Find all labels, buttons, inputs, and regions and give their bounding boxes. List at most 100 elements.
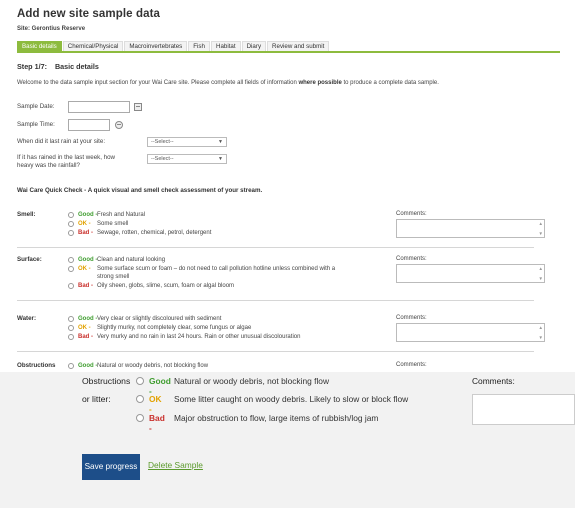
scroll-up-icon[interactable]: ▲: [539, 266, 543, 271]
option-level: Bad -: [149, 413, 165, 433]
last-rain-select-value: --Select--: [151, 139, 174, 145]
option-text: Fresh and Natural: [97, 212, 146, 218]
delete-sample-link[interactable]: Delete Sample: [148, 460, 203, 470]
surface-comments-label: Comments:: [396, 256, 427, 262]
tab-chemical-physical[interactable]: Chemical/Physical: [62, 41, 124, 51]
radio-icon[interactable]: [68, 283, 74, 289]
option-level: Bad -: [78, 283, 93, 289]
option-level: Good -: [78, 363, 98, 369]
heavy-rain-label-line2: heavy was the rainfall?: [17, 162, 80, 169]
radio-icon[interactable]: [68, 363, 74, 369]
radio-icon[interactable]: [68, 325, 74, 331]
chevron-down-icon: ▼: [218, 139, 223, 145]
sample-form-page: Add new site sample data Site: Gerontius…: [0, 0, 575, 372]
clock-icon[interactable]: [115, 121, 123, 129]
option-level: OK -: [78, 221, 91, 227]
last-rain-select[interactable]: --Select-- ▼: [147, 137, 227, 147]
obstructions-label: Obstructions: [17, 362, 56, 369]
option-text: Some smell: [97, 221, 129, 227]
radio-icon[interactable]: [136, 395, 144, 403]
surface-label: Surface:: [17, 256, 42, 263]
option-level: Good -: [78, 212, 98, 218]
radio-icon[interactable]: [68, 230, 74, 236]
option-level: Good -: [78, 257, 98, 263]
option-text: Some litter caught on woody debris. Like…: [174, 394, 409, 404]
smell-comments-input[interactable]: ▲ ▼: [396, 219, 545, 238]
zoomed-obstructions-label-line1: Obstructions: [82, 376, 131, 386]
heavy-rain-label-line1: If it has rained in the last week, how: [17, 154, 116, 161]
scroll-down-icon[interactable]: ▼: [539, 335, 543, 340]
option-text: Slightly murky, not completely clear, so…: [97, 325, 252, 331]
quick-check-heading: Wai Care Quick Check - A quick visual an…: [17, 187, 263, 194]
option-level: Bad -: [78, 230, 93, 236]
radio-icon[interactable]: [68, 316, 74, 322]
radio-icon[interactable]: [68, 257, 74, 263]
radio-icon[interactable]: [136, 377, 144, 385]
page-title: Add new site sample data: [17, 8, 160, 20]
heavy-rain-select[interactable]: --Select-- ▼: [147, 154, 227, 164]
surface-comments-input[interactable]: ▲ ▼: [396, 264, 545, 283]
option-level: Bad -: [78, 334, 93, 340]
option-level: OK -: [149, 394, 162, 414]
step-number: Step 1/7:: [17, 62, 47, 71]
option-text: Oily sheen, globs, slime, scum, foam or …: [97, 283, 235, 289]
obstructions-section-partial: Obstructions Good - Natural or woody deb…: [17, 362, 534, 372]
radio-icon[interactable]: [136, 414, 144, 422]
tab-review-submit[interactable]: Review and submit: [267, 41, 330, 51]
scroll-up-icon[interactable]: ▲: [539, 325, 543, 330]
radio-icon[interactable]: [68, 334, 74, 340]
sample-date-input[interactable]: [68, 101, 130, 113]
option-level: OK -: [78, 325, 91, 331]
surface-section: Surface: Good - Clean and natural lookin…: [17, 256, 545, 301]
intro-text-start: Welcome to the data sample input section…: [17, 80, 299, 86]
intro-text-end: to produce a complete data sample.: [341, 80, 439, 86]
tab-basic-details[interactable]: Basic details: [17, 41, 62, 51]
calendar-icon[interactable]: [134, 103, 142, 111]
sample-time-input[interactable]: [68, 119, 110, 131]
water-label: Water:: [17, 315, 37, 322]
scroll-down-icon[interactable]: ▼: [539, 231, 543, 236]
radio-icon[interactable]: [68, 221, 74, 227]
scroll-up-icon[interactable]: ▲: [539, 221, 543, 226]
smell-label: Smell:: [17, 211, 36, 218]
option-level: OK -: [78, 266, 91, 272]
save-progress-button[interactable]: Save progress: [82, 454, 140, 480]
sample-date-label: Sample Date:: [17, 103, 55, 110]
intro-text-emphasis: where possible: [298, 80, 342, 86]
zoomed-obstructions-panel: Obstructions or litter: Good - Natural o…: [0, 372, 575, 508]
intro-text: Welcome to the data sample input section…: [17, 80, 557, 86]
last-rain-label: When did it last rain at your site:: [17, 138, 106, 145]
option-level: Good -: [78, 316, 98, 322]
heavy-rain-select-value: --Select--: [151, 156, 174, 162]
smell-comments-label: Comments:: [396, 211, 427, 217]
option-text: Natural or woody debris, not blocking fl…: [97, 363, 209, 369]
zoomed-obstructions-label-line2: or litter:: [82, 394, 111, 404]
scroll-down-icon[interactable]: ▼: [539, 276, 543, 281]
radio-icon[interactable]: [68, 266, 74, 272]
water-comments-input[interactable]: ▲ ▼: [396, 323, 545, 342]
option-text: Very clear or slightly discoloured with …: [97, 316, 222, 322]
option-text: Natural or woody debris, not blocking fl…: [174, 376, 330, 386]
zoomed-comments-input[interactable]: [472, 394, 575, 425]
water-comments-label: Comments:: [396, 315, 427, 321]
tab-fish[interactable]: Fish: [188, 41, 210, 51]
water-section: Water: Good - Very clear or slightly dis…: [17, 315, 545, 352]
tab-diary[interactable]: Diary: [241, 41, 267, 51]
option-text: Major obstruction to flow, large items o…: [174, 413, 379, 423]
option-text: Sewage, rotten, chemical, petrol, deterg…: [97, 230, 212, 236]
radio-icon[interactable]: [68, 212, 74, 218]
option-level: Good -: [149, 376, 171, 396]
zoomed-comments-label: Comments:: [472, 376, 515, 386]
option-text: Clean and natural looking: [97, 257, 166, 263]
tab-habitat[interactable]: Habitat: [210, 41, 241, 51]
step-heading: Step 1/7: Basic details: [17, 62, 99, 71]
site-label: Site: Gerontius Reserve: [17, 26, 86, 32]
option-text: Very murky and no rain in last 24 hours.…: [97, 334, 301, 340]
option-text: Some surface scum or foam – do not need …: [97, 266, 336, 272]
step-name: Basic details: [54, 62, 99, 71]
obstructions-comments-label: Comments:: [396, 362, 427, 368]
smell-section: Smell: Good - Fresh and Natural OK - Som…: [17, 211, 545, 248]
tab-macroinvertebrates[interactable]: Macroinvertebrates: [124, 41, 188, 51]
chevron-down-icon: ▼: [218, 156, 223, 162]
option-text-continued: strong smell: [97, 274, 130, 280]
